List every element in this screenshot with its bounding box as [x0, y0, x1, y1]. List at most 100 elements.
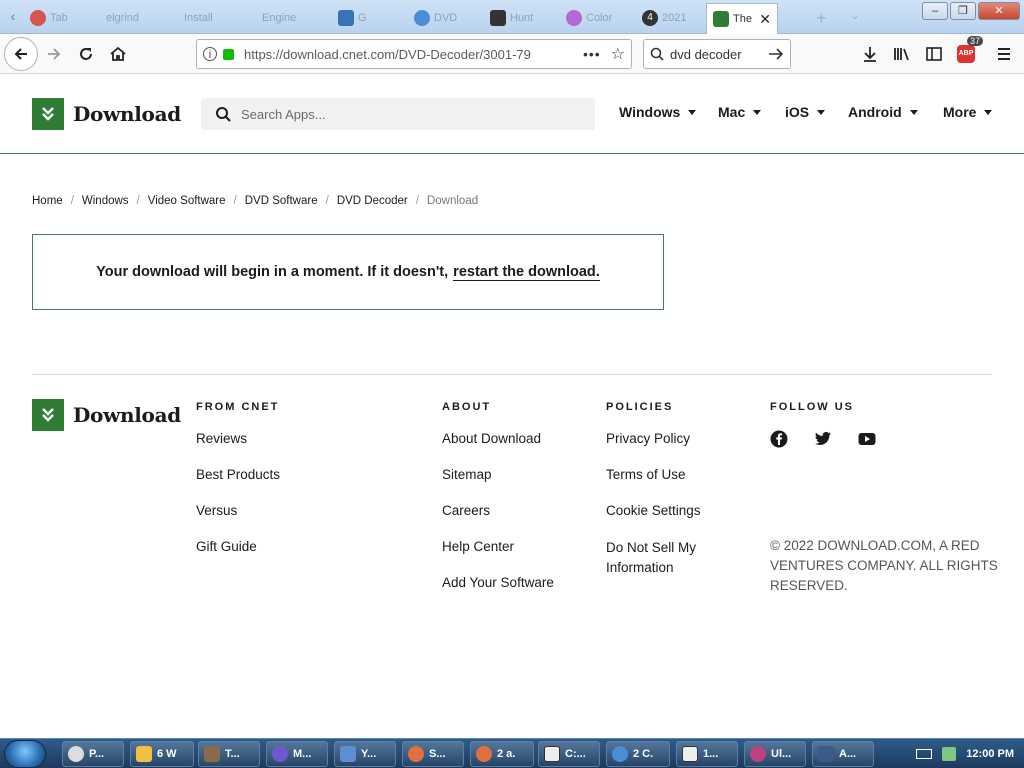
footer-link-about-download[interactable]: About Download — [442, 430, 554, 448]
clock[interactable]: 12:00 PM — [966, 748, 1014, 760]
footer-link-terms-of-use[interactable]: Terms of Use — [606, 466, 716, 484]
nav-mac[interactable]: Mac — [718, 104, 762, 120]
downloads-button[interactable] — [857, 40, 883, 68]
taskbar-label: C:... — [565, 748, 586, 760]
tab-scroll-left-icon[interactable]: ‹ — [4, 8, 22, 26]
taskbar-item[interactable]: A... — [812, 741, 874, 767]
taskbar-item[interactable]: 2 a. — [470, 741, 534, 767]
sidebar-button[interactable] — [921, 40, 947, 68]
footer-logo[interactable]: Download — [32, 399, 181, 431]
bookmark-star-icon[interactable]: ☆ — [611, 44, 625, 64]
taskbar-item[interactable]: Ul... — [744, 741, 806, 767]
taskbar-item[interactable]: 2 C. — [606, 741, 670, 767]
library-button[interactable] — [889, 40, 915, 68]
lock-icon — [223, 48, 234, 60]
taskbar-item[interactable]: T... — [198, 741, 260, 767]
home-button[interactable] — [104, 40, 132, 68]
page-actions-icon[interactable]: ••• — [583, 46, 601, 62]
back-button[interactable] — [4, 37, 38, 71]
footer-link-do-not-sell[interactable]: Do Not Sell My Information — [606, 538, 716, 578]
system-tray: 12:00 PM — [906, 739, 1024, 768]
search-query[interactable]: dvd decoder — [670, 47, 762, 62]
tab-close-icon[interactable]: ✕ — [759, 11, 771, 28]
tab[interactable]: elgrind — [100, 4, 172, 32]
tab[interactable]: Tab — [24, 4, 96, 32]
footer-heading: FROM CNET — [196, 401, 280, 413]
tab[interactable]: Hunt — [484, 4, 556, 32]
footer-col-from-cnet: FROM CNET Reviews Best Products Versus G… — [196, 401, 280, 574]
breadcrumb-dvd-software[interactable]: DVD Software — [245, 195, 318, 207]
footer-link-best-products[interactable]: Best Products — [196, 466, 280, 484]
search-icon — [650, 47, 664, 61]
breadcrumb-video-software[interactable]: Video Software — [148, 195, 226, 207]
close-window-button[interactable]: ✕ — [978, 2, 1020, 20]
reload-button[interactable] — [72, 40, 100, 68]
facebook-icon[interactable] — [770, 430, 788, 448]
footer-link-reviews[interactable]: Reviews — [196, 430, 280, 448]
restart-download-link[interactable]: restart the download. — [453, 264, 600, 281]
taskbar-label: A... — [839, 748, 857, 760]
start-button[interactable] — [4, 740, 46, 768]
footer-link-sitemap[interactable]: Sitemap — [442, 466, 554, 484]
firefox-icon — [408, 746, 424, 762]
youtube-icon[interactable] — [858, 430, 876, 448]
footer-link-versus[interactable]: Versus — [196, 502, 280, 520]
url-bar[interactable]: i https://download.cnet.com/DVD-Decoder/… — [196, 39, 632, 69]
tab[interactable]: Color — [560, 4, 632, 32]
nav-label: Windows — [619, 104, 681, 120]
nav-more[interactable]: More — [943, 104, 993, 120]
menu-button[interactable] — [991, 40, 1017, 68]
taskbar-item[interactable]: Y... — [334, 741, 396, 767]
site-search[interactable] — [201, 98, 595, 130]
tab[interactable]: Engine — [256, 4, 328, 32]
site-logo[interactable]: Download — [32, 98, 181, 130]
nav-windows[interactable]: Windows — [619, 104, 697, 120]
taskbar-item[interactable]: 1... — [676, 741, 738, 767]
footer-link-help-center[interactable]: Help Center — [442, 538, 554, 556]
forward-button[interactable] — [40, 40, 68, 68]
copyright-text: © 2022 DOWNLOAD.COM, A RED VENTURES COMP… — [770, 538, 998, 593]
footer-link-careers[interactable]: Careers — [442, 502, 554, 520]
search-bar[interactable]: dvd decoder — [643, 39, 791, 69]
tab-active[interactable]: The ✕ — [706, 3, 778, 34]
taskbar-item[interactable]: C:... — [538, 741, 600, 767]
tab-label: Hunt — [510, 12, 534, 24]
taskbar-item[interactable]: S... — [402, 741, 464, 767]
new-tab-icon[interactable]: + — [816, 8, 827, 29]
footer-link-cookie-settings[interactable]: Cookie Settings — [606, 502, 716, 520]
taskbar-item[interactable]: 6 W — [130, 741, 194, 767]
keyboard-icon[interactable] — [916, 749, 933, 759]
breadcrumb-separator: / — [233, 195, 237, 207]
library-icon — [894, 48, 909, 61]
tab[interactable]: DVD — [408, 4, 480, 32]
network-icon[interactable] — [942, 747, 957, 761]
nav-ios[interactable]: iOS — [785, 104, 826, 120]
search-apps-input[interactable] — [241, 106, 561, 122]
globe-icon — [612, 746, 628, 762]
footer-link-privacy-policy[interactable]: Privacy Policy — [606, 430, 716, 448]
footer-link-add-software[interactable]: Add Your Software — [442, 574, 554, 592]
minimize-button[interactable]: – — [922, 2, 948, 20]
breadcrumb-dvd-decoder[interactable]: DVD Decoder — [337, 195, 408, 207]
nav-label: iOS — [785, 104, 810, 120]
nav-label: Mac — [718, 104, 746, 120]
footer-divider — [32, 374, 992, 375]
nav-android[interactable]: Android — [848, 104, 918, 120]
nav-label: Android — [848, 104, 902, 120]
breadcrumb-home[interactable]: Home — [32, 195, 63, 207]
breadcrumb-windows[interactable]: Windows — [82, 195, 129, 207]
info-icon[interactable]: i — [203, 47, 217, 61]
adblock-button[interactable]: ABP 37 — [953, 36, 983, 68]
twitter-icon[interactable] — [814, 430, 832, 448]
restore-button[interactable]: ❐ — [950, 2, 976, 20]
taskbar-item[interactable]: M... — [266, 741, 328, 767]
taskbar-label: P... — [89, 748, 105, 760]
taskbar-item[interactable]: P... — [62, 741, 124, 767]
tab[interactable]: G — [332, 4, 404, 32]
tab-list-chevron-icon[interactable]: ⌄ — [850, 8, 860, 22]
go-arrow-icon[interactable] — [768, 47, 784, 61]
footer-link-gift-guide[interactable]: Gift Guide — [196, 538, 280, 556]
tab[interactable]: 4 2021 — [636, 4, 708, 32]
tab[interactable]: Install — [178, 4, 250, 32]
url-text[interactable]: https://download.cnet.com/DVD-Decoder/30… — [244, 47, 577, 62]
